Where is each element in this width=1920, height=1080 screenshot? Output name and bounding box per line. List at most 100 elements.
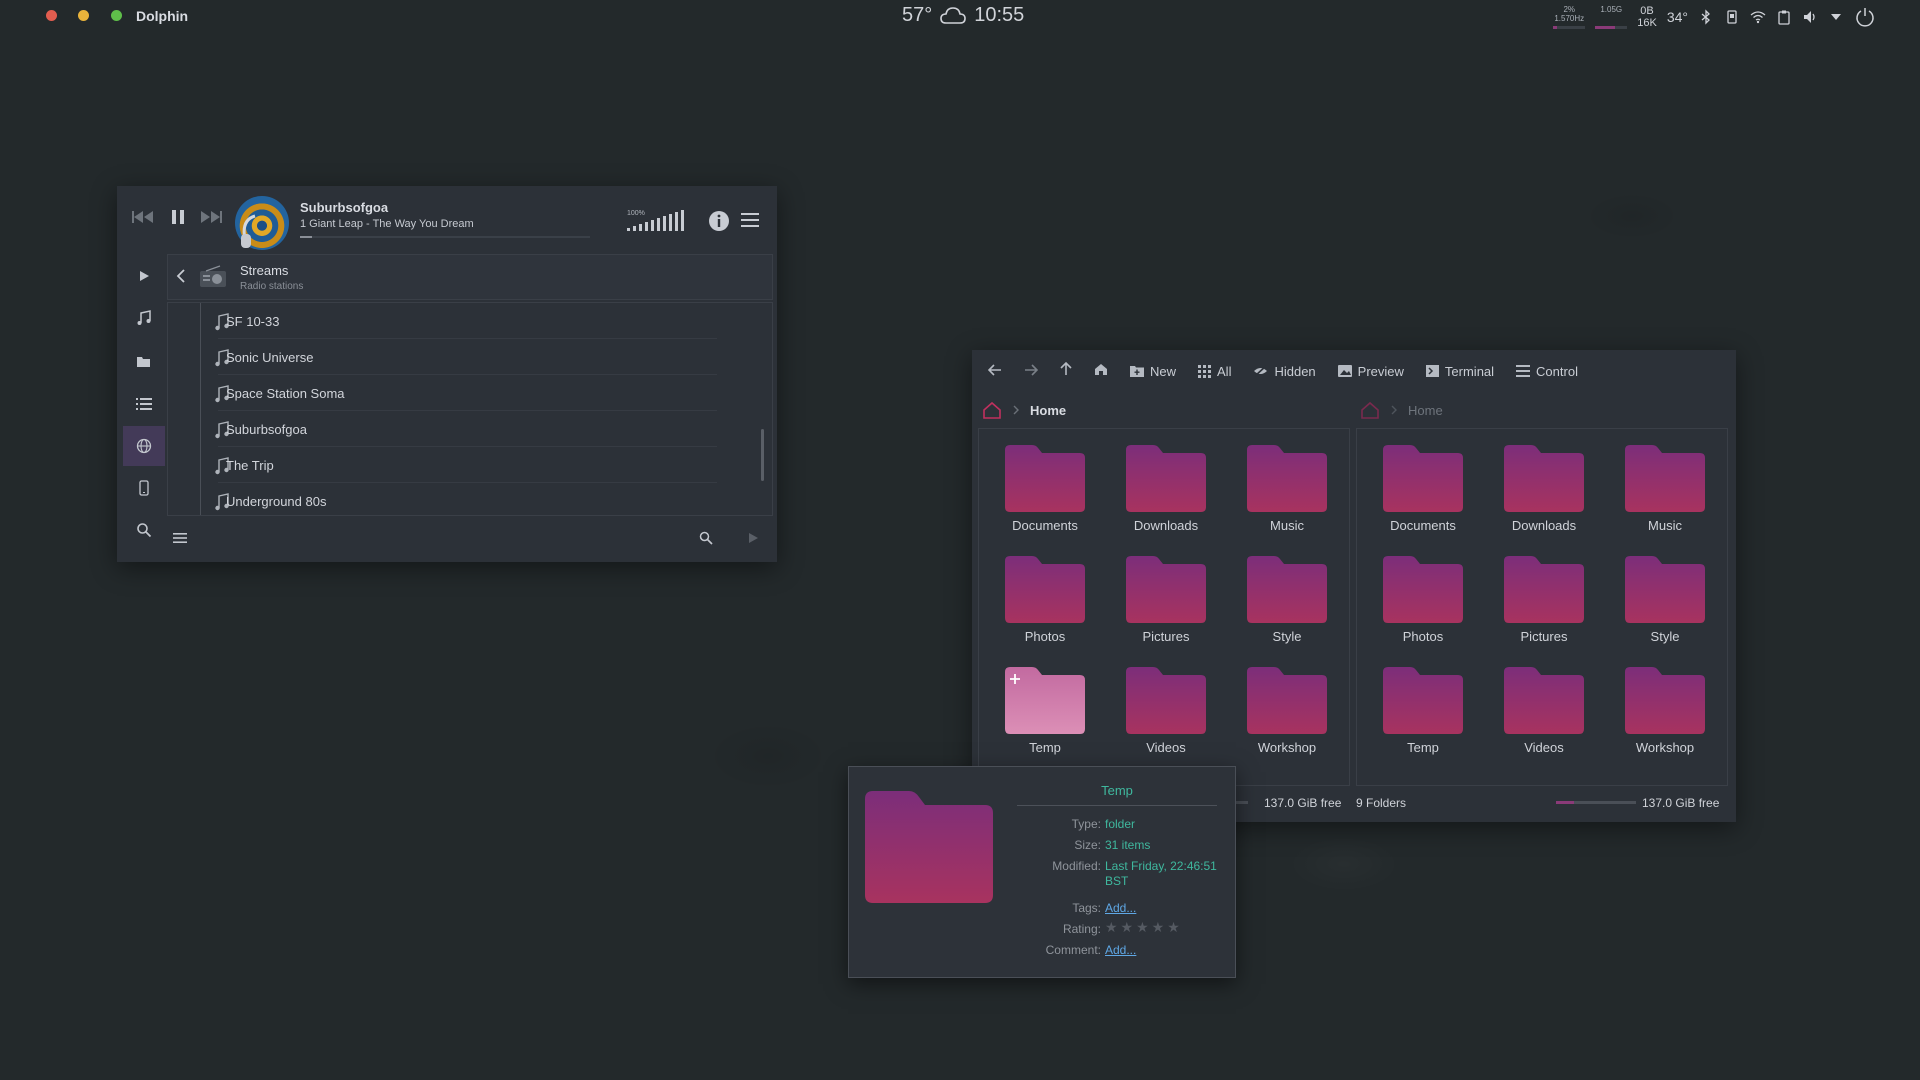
folder-icon — [1005, 445, 1085, 512]
streams-title: Streams — [240, 263, 289, 278]
folder-item[interactable]: Videos — [1104, 659, 1214, 769]
sidebar-library[interactable] — [123, 298, 165, 338]
list-item[interactable]: Sonic Universe — [168, 339, 772, 375]
pause-icon[interactable] — [169, 208, 187, 226]
left-pane: Documents Downloads Music Photos Pictures Sty… — [978, 428, 1350, 786]
folder-item[interactable]: Documents — [1361, 437, 1471, 547]
control-button[interactable]: Control — [1516, 364, 1578, 379]
breadcrumb-home[interactable]: Home — [1408, 403, 1443, 418]
memory-usage: 1.05G — [1600, 5, 1623, 14]
folder-icon — [1504, 445, 1584, 512]
maximize-window-dot[interactable] — [111, 10, 122, 21]
folder-label: Workshop — [1257, 740, 1317, 755]
folder-item[interactable]: Music — [1603, 437, 1713, 547]
home-icon[interactable] — [982, 401, 1002, 419]
folder-item[interactable]: Downloads — [1104, 437, 1214, 547]
weather-clock[interactable]: 57° 10:55 — [902, 4, 1024, 27]
search-icon[interactable] — [699, 531, 713, 545]
volume-slider[interactable] — [625, 210, 697, 232]
list-item[interactable]: The Trip — [168, 447, 772, 483]
net-upload: 0B — [1640, 5, 1654, 17]
minimize-window-dot[interactable] — [78, 10, 89, 21]
cpu-monitor[interactable]: 2% 1.570Hz — [1553, 5, 1586, 29]
sidebar-devices[interactable] — [123, 468, 165, 508]
station-name: The Trip — [226, 458, 274, 473]
folder-item[interactable]: Style — [1603, 548, 1713, 658]
list-item[interactable]: SF 10-33 — [168, 303, 772, 339]
sidebar-search[interactable] — [123, 510, 165, 550]
menu-icon[interactable] — [741, 212, 759, 228]
globe-icon — [136, 438, 152, 454]
volume-icon[interactable] — [1802, 9, 1818, 25]
back-arrow-icon[interactable] — [987, 363, 1002, 380]
chevron-down-icon[interactable] — [1828, 9, 1844, 25]
clock: 10:55 — [974, 4, 1025, 26]
home-icon[interactable] — [1094, 363, 1108, 380]
forward-arrow-icon[interactable] — [1024, 363, 1039, 380]
folder-item[interactable]: Photos — [983, 548, 1093, 658]
breadcrumb-home[interactable]: Home — [1030, 403, 1066, 418]
track-progress-bar[interactable] — [300, 236, 590, 238]
list-item[interactable]: Space Station Soma — [168, 375, 772, 411]
sidebar-internet[interactable] — [123, 426, 165, 466]
list-scrollbar[interactable] — [761, 429, 764, 481]
folder-item[interactable]: Temp — [1361, 659, 1471, 769]
folder-icon — [1504, 556, 1584, 623]
control-label: Control — [1536, 363, 1578, 379]
clipboard-icon[interactable] — [1776, 9, 1792, 25]
folder-label: Pictures — [1142, 629, 1190, 644]
list-item[interactable]: Underground 80s — [168, 483, 772, 515]
add-comment-link[interactable]: Add... — [1105, 943, 1229, 958]
back-arrow-icon[interactable] — [176, 269, 186, 283]
folder-item[interactable]: Workshop — [1225, 659, 1335, 769]
sidebar-playlists[interactable] — [123, 384, 165, 424]
folder-item[interactable]: Videos — [1482, 659, 1592, 769]
folder-icon — [1126, 667, 1206, 734]
rating-stars[interactable]: ★★★★★ — [1105, 920, 1229, 935]
sidebar-folders[interactable] — [123, 342, 165, 382]
folder-label: Music — [1270, 518, 1304, 533]
close-window-dot[interactable] — [46, 10, 57, 21]
menu-icon[interactable] — [173, 532, 187, 544]
memory-monitor[interactable]: 1.05G — [1595, 5, 1628, 29]
folder-item[interactable]: Style — [1225, 548, 1335, 658]
terminal-button[interactable]: Terminal — [1425, 364, 1494, 379]
info-icon[interactable] — [708, 210, 730, 232]
wifi-icon[interactable] — [1750, 9, 1766, 25]
list-item[interactable]: Suburbsofgoa — [168, 411, 772, 447]
folder-item[interactable]: Pictures — [1482, 548, 1592, 658]
player-sidebar — [117, 256, 165, 562]
phone-icon — [139, 480, 149, 496]
folder-item[interactable]: Workshop — [1603, 659, 1713, 769]
folder-label: Photos — [1402, 629, 1444, 644]
new-button[interactable]: New — [1130, 364, 1176, 379]
previous-track-icon[interactable] — [131, 208, 155, 226]
power-icon[interactable] — [1854, 6, 1876, 28]
hidden-files-button[interactable]: Hidden — [1253, 364, 1316, 379]
folder-item[interactable]: Music — [1225, 437, 1335, 547]
home-icon[interactable] — [1360, 401, 1380, 419]
folder-count: 9 Folders — [1356, 796, 1407, 810]
network-monitor[interactable]: 0B 16K — [1637, 5, 1657, 29]
folder-item[interactable]: Downloads — [1482, 437, 1592, 547]
add-tags-link[interactable]: Add... — [1105, 901, 1229, 916]
next-track-icon[interactable] — [199, 208, 223, 226]
cpu-temperature[interactable]: 34° — [1667, 9, 1688, 25]
folder-label: Downloads — [1511, 518, 1577, 533]
album-cover[interactable] — [235, 196, 289, 250]
select-all-button[interactable]: All — [1198, 364, 1231, 379]
play-icon[interactable] — [747, 532, 759, 544]
bluetooth-icon[interactable] — [1698, 9, 1714, 25]
preview-button[interactable]: Preview — [1337, 364, 1404, 379]
system-tray: 2% 1.570Hz 1.05G 0B 16K 34° — [1553, 2, 1876, 32]
folder-item[interactable]: Photos — [1361, 548, 1471, 658]
sidebar-play-queue[interactable] — [123, 256, 165, 296]
folder-item[interactable]: Documents — [983, 437, 1093, 547]
folder-item[interactable]: Temp — [983, 659, 1093, 769]
track-artist: 1 Giant Leap - The Way You Dream — [300, 218, 474, 230]
streams-header[interactable]: Streams Radio stations — [167, 254, 773, 300]
device-icon[interactable] — [1724, 9, 1740, 25]
up-arrow-icon[interactable] — [1060, 361, 1072, 380]
folder-item[interactable]: Pictures — [1104, 548, 1214, 658]
station-name: Suburbsofgoa — [226, 422, 307, 437]
